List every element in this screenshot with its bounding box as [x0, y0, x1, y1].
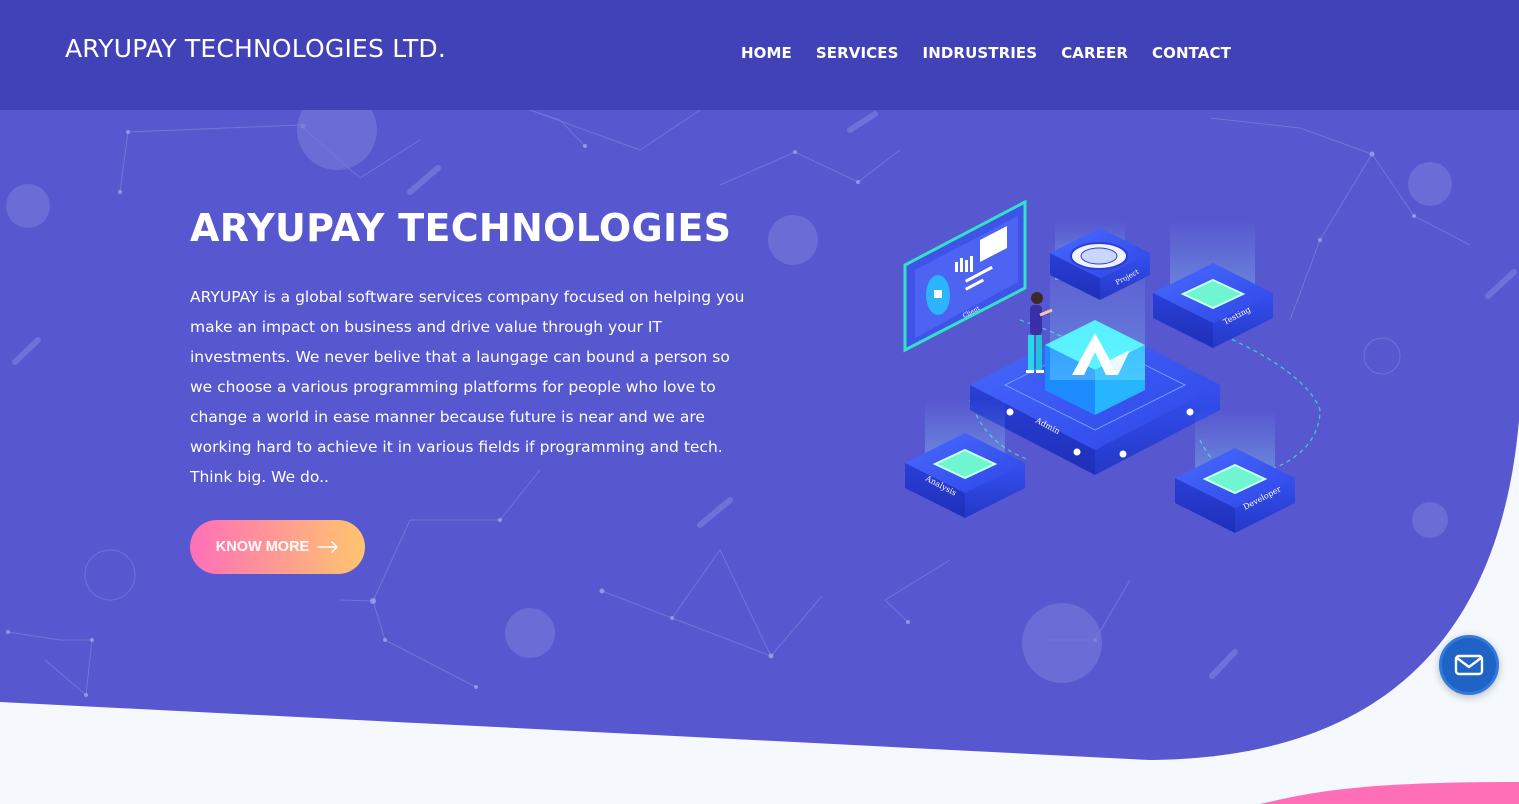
brand-logo-text[interactable]: ARYUPAY TECHNOLOGIES LTD.	[65, 34, 446, 63]
pink-accent-shape	[1260, 782, 1519, 804]
main-nav: HOME SERVICES INDRUSTRIES CAREER CONTACT	[741, 44, 1231, 62]
arrow-right-icon	[317, 541, 338, 553]
hero-title: ARYUPAY TECHNOLOGIES	[190, 206, 732, 250]
nav-industries[interactable]: INDRUSTRIES	[923, 44, 1038, 62]
nav-contact[interactable]: CONTACT	[1152, 44, 1231, 62]
mail-floating-button[interactable]	[1439, 635, 1499, 695]
hero-description: ARYUPAY is a global software services co…	[190, 288, 745, 486]
nav-services[interactable]: SERVICES	[816, 44, 899, 62]
mail-icon	[1454, 654, 1484, 676]
hero-isometric-illustration: Admin Project Testing Analysis Developer…	[903, 199, 1321, 533]
nav-home[interactable]: HOME	[741, 44, 792, 62]
know-more-button[interactable]: KNOW MORE	[190, 520, 365, 574]
know-more-label: KNOW MORE	[215, 539, 310, 555]
nav-career[interactable]: CAREER	[1061, 44, 1128, 62]
site-header: ARYUPAY TECHNOLOGIES LTD. HOME SERVICES …	[0, 0, 1519, 110]
